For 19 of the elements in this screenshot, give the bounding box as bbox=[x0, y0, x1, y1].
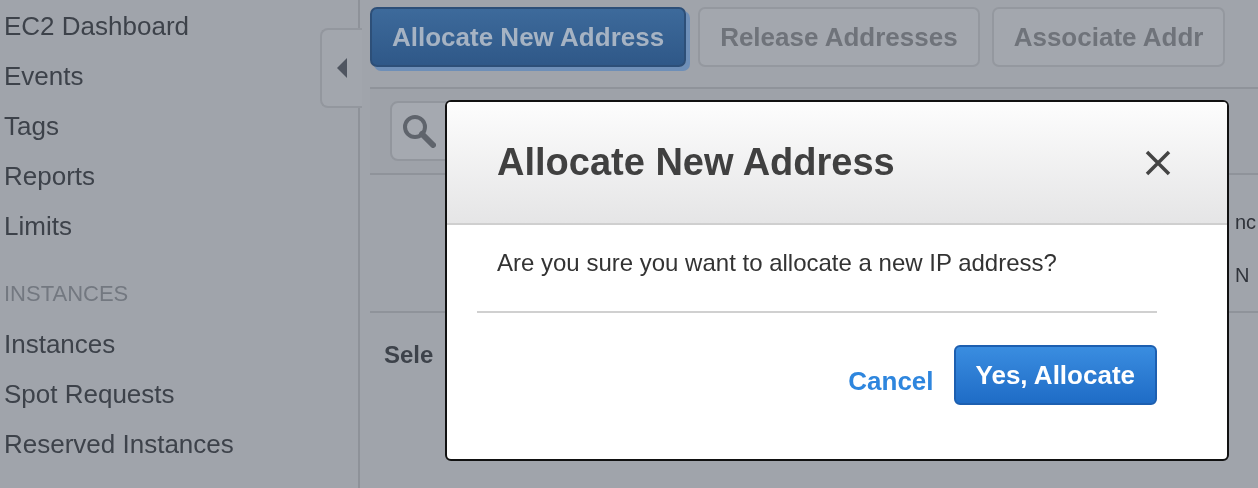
search-icon bbox=[402, 114, 436, 148]
dialog-message: Are you sure you want to allocate a new IP address? bbox=[497, 249, 1058, 277]
sidebar-item[interactable]: Tags bbox=[0, 106, 59, 156]
dialog-title: Allocate New Address bbox=[497, 141, 895, 184]
collapse-tab[interactable] bbox=[320, 28, 362, 108]
sidebar-item[interactable]: Reports bbox=[0, 156, 96, 206]
column-header: N bbox=[1234, 264, 1251, 287]
confirm-button[interactable]: Yes, Allocate bbox=[953, 345, 1157, 405]
sidebar-item[interactable]: Reserved Instances bbox=[0, 424, 234, 474]
sidebar-item[interactable]: EC2 Dashboard bbox=[0, 6, 189, 56]
caret-icon bbox=[337, 58, 347, 78]
selection-hint: Sele bbox=[383, 340, 434, 369]
column-header: nc bbox=[1234, 211, 1257, 234]
sidebar-item[interactable]: Limits bbox=[0, 206, 72, 256]
close-icon[interactable] bbox=[1145, 149, 1171, 176]
cancel-link[interactable]: Cancel bbox=[848, 353, 934, 397]
sidebar-item[interactable]: Spot Requests bbox=[0, 374, 175, 424]
sidebar-item[interactable]: Instances bbox=[0, 324, 116, 374]
sidebar-item[interactable]: Events bbox=[0, 56, 84, 106]
